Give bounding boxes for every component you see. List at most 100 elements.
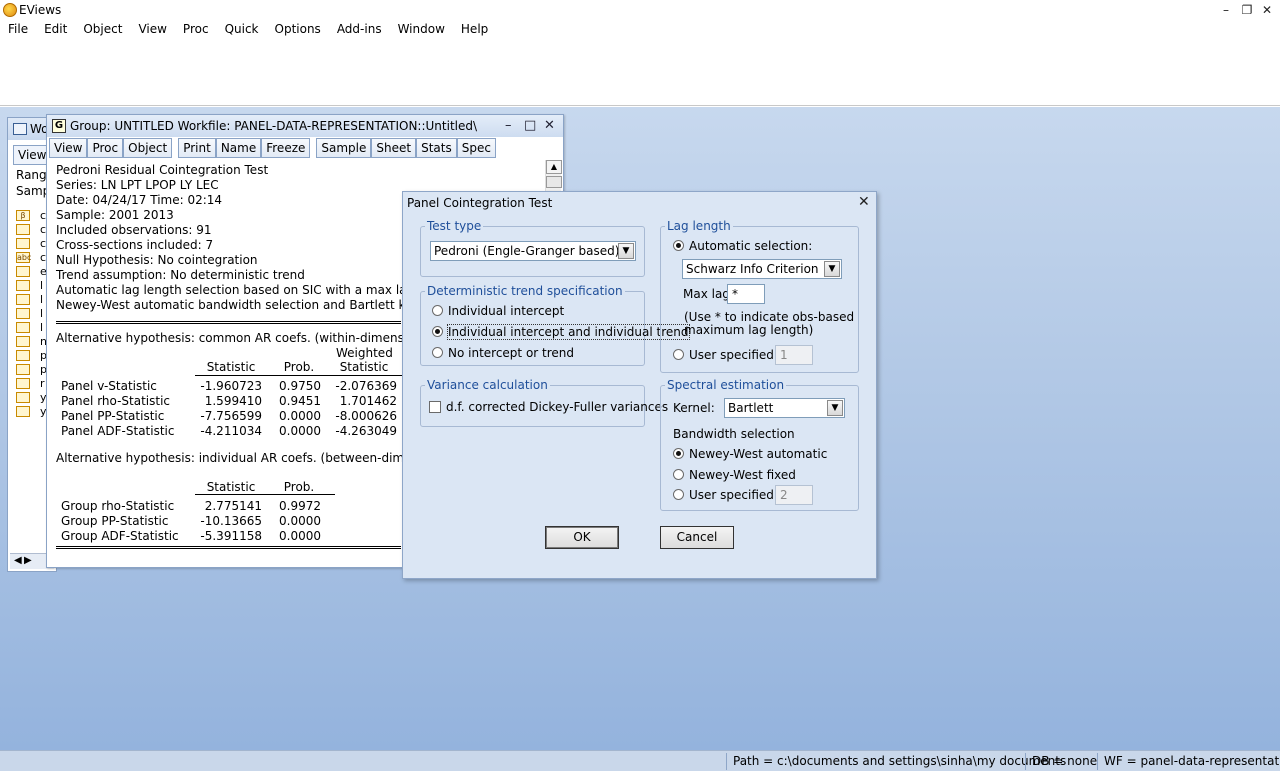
tab-scroll-right-icon[interactable]: ▶	[24, 555, 32, 566]
lag-user-input[interactable]: 1	[775, 345, 813, 365]
statistic-value: 1.599410	[204, 394, 262, 408]
series-icon	[16, 322, 30, 333]
df-corrected-label[interactable]: d.f. corrected Dickey-Fuller variances	[446, 400, 668, 414]
tab-scroll-left-icon[interactable]: ◀	[14, 555, 22, 566]
group-minimize-icon[interactable]: –	[505, 118, 512, 133]
series-icon	[16, 336, 30, 347]
bandwidth-option-2-label[interactable]: User specified:	[689, 488, 778, 502]
statistic-name: Panel rho-Statistic	[61, 394, 171, 408]
workfile-object-label[interactable]: r	[40, 377, 45, 390]
menu-object[interactable]: Object	[75, 20, 130, 39]
ok-button[interactable]: OK	[545, 526, 619, 549]
output-end-rule	[56, 546, 401, 549]
group-freeze-button[interactable]: Freeze	[261, 138, 311, 158]
status-bar: Path = c:\documents and settings\sinha\m…	[0, 750, 1280, 771]
within-heading: Alternative hypothesis: common AR coefs.…	[56, 331, 427, 345]
df-corrected-checkbox[interactable]	[429, 401, 441, 413]
trend-option-1-radio[interactable]	[432, 326, 443, 337]
group-name-button[interactable]: Name	[215, 138, 262, 158]
menu-edit[interactable]: Edit	[36, 20, 75, 39]
bandwidth-option-1-label[interactable]: Newey-West fixed	[689, 468, 796, 482]
workfile-object-label[interactable]: l	[40, 307, 43, 320]
status-wf: WF = panel-data-representation	[1097, 753, 1280, 770]
group-maximize-icon[interactable]: □	[524, 118, 536, 133]
trend-option-1-label[interactable]: Individual intercept and individual tren…	[447, 324, 690, 340]
group-titlebar[interactable]: G Group: UNTITLED Workfile: PANEL-DATA-R…	[47, 115, 563, 137]
dialog-close-icon[interactable]: ✕	[858, 194, 870, 210]
prob-value: 0.0000	[279, 514, 321, 528]
group-print-button[interactable]: Print	[178, 138, 216, 158]
weighted-statistic-value: -2.076369	[335, 379, 397, 393]
menu-help[interactable]: Help	[453, 20, 496, 39]
within-col-statistic: Statistic	[206, 360, 256, 374]
lag-auto-label[interactable]: Automatic selection:	[689, 239, 812, 253]
trend-option-0-radio[interactable]	[432, 305, 443, 316]
close-icon[interactable]: ✕	[1258, 2, 1276, 18]
lag-user-label[interactable]: User specified:	[689, 348, 778, 362]
menu-add-ins[interactable]: Add-ins	[329, 20, 390, 39]
menu-file[interactable]: File	[0, 20, 36, 39]
menu-view[interactable]: View	[130, 20, 174, 39]
group-spec-button[interactable]: Spec	[456, 138, 496, 158]
group-toolbar: View Proc Object Print Name Freeze Sampl…	[49, 138, 561, 158]
status-db: DB = none	[1025, 753, 1103, 770]
between-col-prob: Prob.	[283, 480, 315, 494]
bandwidth-option-0-radio[interactable]	[673, 448, 684, 459]
lag-user-radio[interactable]	[673, 349, 684, 360]
bandwidth-option-0-label[interactable]: Newey-West automatic	[689, 447, 827, 461]
group-close-icon[interactable]: ✕	[544, 118, 555, 133]
lag-criterion-select[interactable]: Schwarz Info Criterion	[682, 259, 842, 279]
series-icon	[16, 308, 30, 319]
group-view-button[interactable]: View	[49, 138, 88, 158]
variance-legend: Variance calculation	[425, 378, 550, 392]
statistic-name: Group rho-Statistic	[61, 499, 175, 513]
scroll-thumb[interactable]	[546, 176, 562, 188]
trend-option-2-radio[interactable]	[432, 347, 443, 358]
output-header-line: Cross-sections included: 7	[56, 238, 214, 252]
menu-options[interactable]: Options	[267, 20, 329, 39]
statistic-value: -4.211034	[200, 424, 262, 438]
menu-window[interactable]: Window	[390, 20, 453, 39]
minimize-icon[interactable]: –	[1217, 2, 1235, 18]
group-sample-button[interactable]: Sample	[316, 138, 372, 158]
lag-auto-radio[interactable]	[673, 240, 684, 251]
status-path: Path = c:\documents and settings\sinha\m…	[726, 753, 1072, 770]
prob-value: 0.9750	[279, 379, 321, 393]
series-icon	[16, 266, 30, 277]
workfile-object-label[interactable]: l	[40, 293, 43, 306]
group-object-button[interactable]: Object	[123, 138, 173, 158]
chevron-down-icon[interactable]: ▼	[827, 400, 843, 416]
group-sheet-button[interactable]: Sheet	[371, 138, 417, 158]
restore-icon[interactable]: ❐	[1238, 2, 1256, 18]
series-icon	[16, 364, 30, 375]
alpha-icon: abc	[16, 252, 32, 263]
series-icon	[16, 280, 30, 291]
menu-quick[interactable]: Quick	[217, 20, 267, 39]
menu-proc[interactable]: Proc	[175, 20, 217, 39]
dialog-title: Panel Cointegration Test	[407, 196, 553, 210]
bandwidth-user-input[interactable]: 2	[775, 485, 813, 505]
panel-cointegration-dialog: Panel Cointegration Test ✕ Test type Ped…	[402, 191, 877, 579]
bandwidth-option-1-radio[interactable]	[673, 469, 684, 480]
cancel-button[interactable]: Cancel	[660, 526, 734, 549]
bandwidth-option-2-radio[interactable]	[673, 489, 684, 500]
trend-option-0-label[interactable]: Individual intercept	[448, 304, 564, 318]
workfile-object-label[interactable]: l	[40, 321, 43, 334]
command-window[interactable]	[0, 39, 1280, 106]
statistic-name: Panel v-Statistic	[61, 379, 157, 393]
chevron-down-icon[interactable]: ▼	[618, 243, 634, 259]
group-stats-button[interactable]: Stats	[416, 138, 457, 158]
workfile-object-label[interactable]: l	[40, 279, 43, 292]
group-proc-button[interactable]: Proc	[87, 138, 124, 158]
output-header-line: Sample: 2001 2013	[56, 208, 174, 222]
chevron-down-icon[interactable]: ▼	[824, 261, 840, 277]
spectral-legend: Spectral estimation	[665, 378, 787, 392]
test-type-select[interactable]: Pedroni (Engle-Granger based)	[430, 241, 636, 261]
max-lag-input[interactable]: *	[727, 284, 765, 304]
statistic-name: Group PP-Statistic	[61, 514, 169, 528]
statistic-value: 2.775141	[204, 499, 262, 513]
within-col-weighted-statistic: Statistic	[339, 360, 389, 374]
trend-option-2-label[interactable]: No intercept or trend	[448, 346, 574, 360]
eviews-logo-icon	[3, 3, 17, 17]
scroll-up-icon[interactable]: ▲	[546, 160, 562, 174]
